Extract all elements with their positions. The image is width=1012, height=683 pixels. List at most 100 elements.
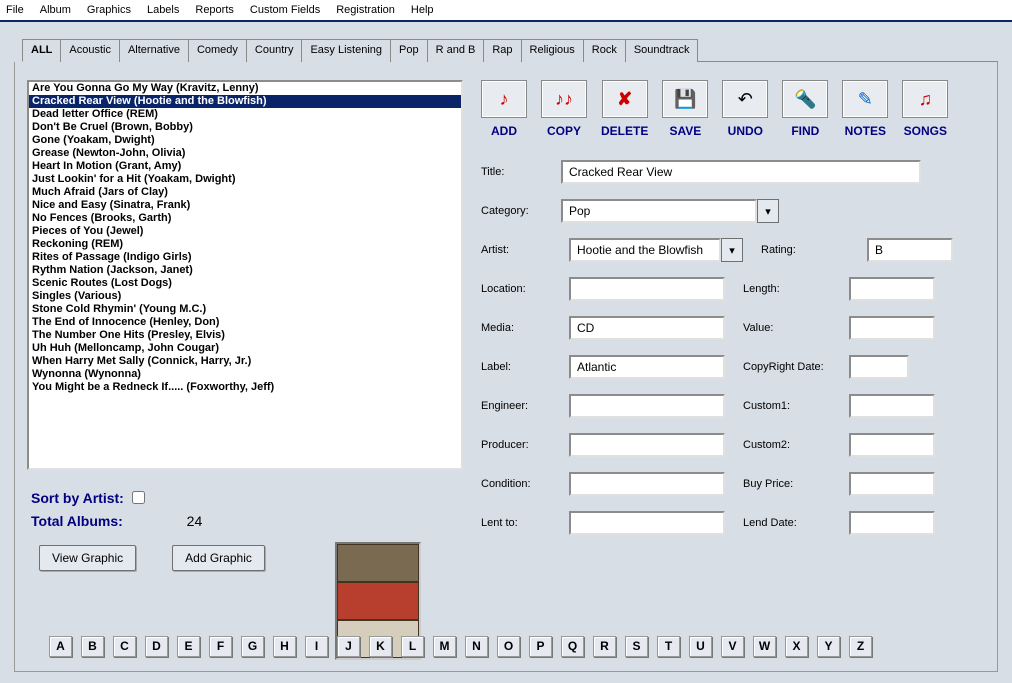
tab-easy-listening[interactable]: Easy Listening: [301, 39, 391, 62]
copyright-input[interactable]: [849, 355, 909, 379]
alpha-m[interactable]: M: [433, 636, 456, 657]
find-button[interactable]: 🔦FIND: [782, 80, 828, 138]
menu-labels[interactable]: Labels: [147, 4, 179, 16]
alpha-q[interactable]: Q: [561, 636, 584, 657]
tab-alternative[interactable]: Alternative: [119, 39, 189, 62]
alpha-u[interactable]: U: [689, 636, 712, 657]
list-item[interactable]: The Number One Hits (Presley, Elvis): [29, 329, 461, 342]
list-item[interactable]: No Fences (Brooks, Garth): [29, 212, 461, 225]
list-item[interactable]: Nice and Easy (Sinatra, Frank): [29, 199, 461, 212]
tab-pop[interactable]: Pop: [390, 39, 428, 62]
tab-all[interactable]: ALL: [22, 39, 61, 62]
alpha-f[interactable]: F: [209, 636, 232, 657]
chevron-down-icon[interactable]: ▾: [721, 238, 743, 262]
tab-religious[interactable]: Religious: [521, 39, 584, 62]
alpha-k[interactable]: K: [369, 636, 392, 657]
undo-button[interactable]: ↶UNDO: [722, 80, 768, 138]
title-input[interactable]: [561, 160, 921, 184]
tab-acoustic[interactable]: Acoustic: [60, 39, 120, 62]
alpha-d[interactable]: D: [145, 636, 168, 657]
list-item[interactable]: Scenic Routes (Lost Dogs): [29, 277, 461, 290]
delete-button[interactable]: ✘DELETE: [601, 80, 648, 138]
alpha-b[interactable]: B: [81, 636, 104, 657]
lenddate-input[interactable]: [849, 511, 935, 535]
list-item[interactable]: When Harry Met Sally (Connick, Harry, Jr…: [29, 355, 461, 368]
tab-rock[interactable]: Rock: [583, 39, 626, 62]
alpha-g[interactable]: G: [241, 636, 264, 657]
tab-country[interactable]: Country: [246, 39, 303, 62]
alpha-a[interactable]: A: [49, 636, 72, 657]
alpha-j[interactable]: J: [337, 636, 360, 657]
lentto-input[interactable]: [569, 511, 725, 535]
alpha-r[interactable]: R: [593, 636, 616, 657]
condition-input[interactable]: [569, 472, 725, 496]
add-graphic-button[interactable]: Add Graphic: [172, 545, 265, 571]
artist-input[interactable]: [569, 238, 721, 262]
songs-button[interactable]: ♫SONGS: [902, 80, 948, 138]
list-item[interactable]: Stone Cold Rhymin' (Young M.C.): [29, 303, 461, 316]
save-button[interactable]: 💾SAVE: [662, 80, 708, 138]
length-input[interactable]: [849, 277, 935, 301]
list-item[interactable]: Uh Huh (Melloncamp, John Cougar): [29, 342, 461, 355]
alpha-o[interactable]: O: [497, 636, 520, 657]
album-list[interactable]: Are You Gonna Go My Way (Kravitz, Lenny)…: [27, 80, 463, 470]
tab-comedy[interactable]: Comedy: [188, 39, 247, 62]
alpha-i[interactable]: I: [305, 636, 328, 657]
list-item[interactable]: Dead letter Office (REM): [29, 108, 461, 121]
list-item[interactable]: Reckoning (REM): [29, 238, 461, 251]
list-item[interactable]: The End of Innocence (Henley, Don): [29, 316, 461, 329]
list-item[interactable]: Cracked Rear View (Hootie and the Blowfi…: [29, 95, 461, 108]
list-item[interactable]: Rites of Passage (Indigo Girls): [29, 251, 461, 264]
alpha-n[interactable]: N: [465, 636, 488, 657]
notes-button[interactable]: ✎NOTES: [842, 80, 888, 138]
alpha-w[interactable]: W: [753, 636, 776, 657]
list-item[interactable]: Much Afraid (Jars of Clay): [29, 186, 461, 199]
category-input[interactable]: [561, 199, 757, 223]
alpha-y[interactable]: Y: [817, 636, 840, 657]
tab-r-and-b[interactable]: R and B: [427, 39, 485, 62]
chevron-down-icon[interactable]: ▾: [757, 199, 779, 223]
list-item[interactable]: Pieces of You (Jewel): [29, 225, 461, 238]
list-item[interactable]: Wynonna (Wynonna): [29, 368, 461, 381]
location-input[interactable]: [569, 277, 725, 301]
alpha-c[interactable]: C: [113, 636, 136, 657]
buyprice-input[interactable]: [849, 472, 935, 496]
label-input[interactable]: [569, 355, 725, 379]
copy-button[interactable]: ♪♪COPY: [541, 80, 587, 138]
alpha-l[interactable]: L: [401, 636, 424, 657]
list-item[interactable]: Singles (Various): [29, 290, 461, 303]
alpha-v[interactable]: V: [721, 636, 744, 657]
menu-help[interactable]: Help: [411, 4, 434, 16]
tab-rap[interactable]: Rap: [483, 39, 521, 62]
list-item[interactable]: Just Lookin' for a Hit (Yoakam, Dwight): [29, 173, 461, 186]
menu-custom-fields[interactable]: Custom Fields: [250, 4, 320, 16]
list-item[interactable]: You Might be a Redneck If..... (Foxworth…: [29, 381, 461, 394]
artist-combo[interactable]: ▾: [569, 238, 743, 262]
sort-by-artist-checkbox[interactable]: [132, 491, 145, 504]
value-input[interactable]: [849, 316, 935, 340]
list-item[interactable]: Rythm Nation (Jackson, Janet): [29, 264, 461, 277]
producer-input[interactable]: [569, 433, 725, 457]
list-item[interactable]: Are You Gonna Go My Way (Kravitz, Lenny): [29, 82, 461, 95]
tab-soundtrack[interactable]: Soundtrack: [625, 39, 699, 62]
alpha-e[interactable]: E: [177, 636, 200, 657]
menu-reports[interactable]: Reports: [195, 4, 234, 16]
custom2-input[interactable]: [849, 433, 935, 457]
view-graphic-button[interactable]: View Graphic: [39, 545, 136, 571]
list-item[interactable]: Don't Be Cruel (Brown, Bobby): [29, 121, 461, 134]
alpha-t[interactable]: T: [657, 636, 680, 657]
alpha-z[interactable]: Z: [849, 636, 872, 657]
alpha-p[interactable]: P: [529, 636, 552, 657]
alpha-s[interactable]: S: [625, 636, 648, 657]
menu-registration[interactable]: Registration: [336, 4, 395, 16]
menu-graphics[interactable]: Graphics: [87, 4, 131, 16]
list-item[interactable]: Grease (Newton-John, Olivia): [29, 147, 461, 160]
custom1-input[interactable]: [849, 394, 935, 418]
alpha-h[interactable]: H: [273, 636, 296, 657]
engineer-input[interactable]: [569, 394, 725, 418]
add-button[interactable]: ♪ADD: [481, 80, 527, 138]
list-item[interactable]: Gone (Yoakam, Dwight): [29, 134, 461, 147]
media-input[interactable]: [569, 316, 725, 340]
alpha-x[interactable]: X: [785, 636, 808, 657]
rating-input[interactable]: [867, 238, 953, 262]
